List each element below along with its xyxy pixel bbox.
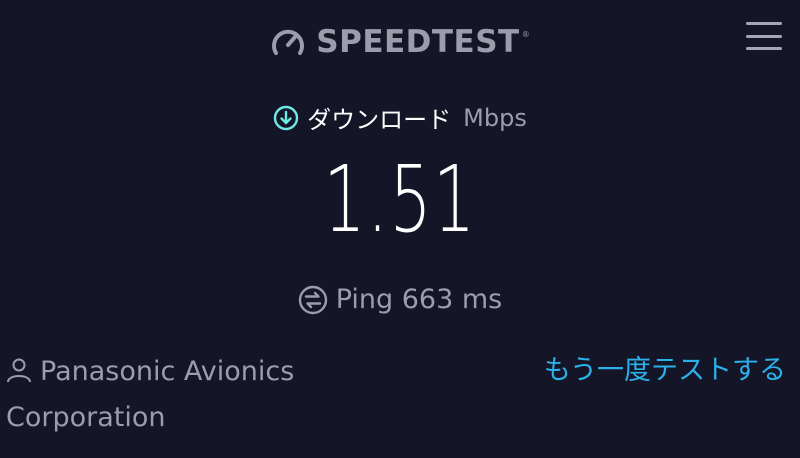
menu-bar [746,34,782,38]
download-label-row: ダウンロード Mbps [0,100,800,135]
download-speed-value: 1.51 [323,146,477,253]
logo-trademark: ® [521,30,530,39]
menu-bar [746,22,782,25]
hamburger-menu-icon[interactable] [746,18,786,54]
ping-text: Ping 663 ms [335,284,503,315]
speedtest-logo: SPEEDTEST ® [270,24,530,60]
gauge-icon [270,27,306,57]
ping-row: Ping 663 ms [0,284,800,315]
logo-text: SPEEDTEST [316,24,520,60]
speedtest-result-screen: SPEEDTEST ® ダウンロード Mbps 1.51 Ping 663 ms… [0,0,800,458]
menu-bar [746,47,782,50]
provider-name-line2: Corporation [6,402,166,433]
download-label: ダウンロード [307,106,452,134]
provider-name-line1: Panasonic Avionics [40,356,295,387]
retest-button[interactable]: もう一度テストする [544,348,786,387]
ping-circle-icon [298,285,328,315]
user-icon [6,353,32,396]
download-arrow-circle-icon [273,105,299,131]
app-header: SPEEDTEST ® [0,22,800,62]
download-unit: Mbps [463,103,527,132]
provider-info: Panasonic Avionics Corporation [6,350,366,439]
